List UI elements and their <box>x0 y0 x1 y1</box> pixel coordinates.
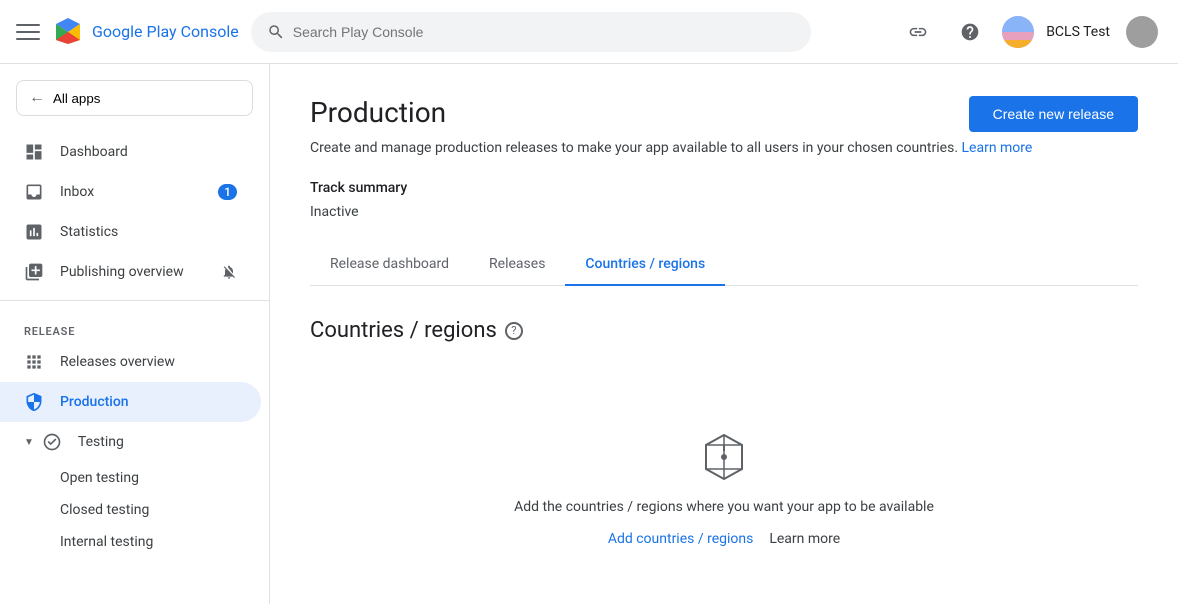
logo-icon <box>52 16 84 48</box>
sidebar-item-inbox[interactable]: Inbox 1 <box>0 172 261 212</box>
app-avatar <box>1002 16 1034 48</box>
username: BCLS Test <box>1046 24 1110 40</box>
sidebar-item-production[interactable]: Production <box>0 382 261 422</box>
empty-state-text: Add the countries / regions where you wa… <box>514 499 934 515</box>
sidebar-item-label: Testing <box>78 434 124 450</box>
releases-overview-icon <box>24 352 44 372</box>
sidebar-item-dashboard[interactable]: Dashboard <box>0 132 261 172</box>
publishing-icon <box>24 262 44 282</box>
help-icon-btn[interactable] <box>950 12 990 52</box>
sidebar-item-closed-testing[interactable]: Closed testing <box>0 494 269 526</box>
logo-text: Google Play Console <box>92 22 239 41</box>
search-icon <box>267 23 285 41</box>
sidebar-item-statistics[interactable]: Statistics <box>0 212 261 252</box>
layout: ← All apps Dashboard Inbox 1 Statistics <box>0 64 1178 604</box>
link-icon <box>908 22 928 42</box>
track-status: Inactive <box>310 204 1138 220</box>
learn-more-text[interactable]: Learn more <box>769 531 840 547</box>
search-bar <box>251 12 811 52</box>
topbar: Google Play Console BCLS Test <box>0 0 1178 64</box>
all-apps-button[interactable]: ← All apps <box>16 80 253 116</box>
sidebar-item-label: Releases overview <box>60 354 175 370</box>
back-arrow-icon: ← <box>29 89 45 107</box>
empty-state-icon <box>698 431 750 483</box>
sidebar-divider <box>0 300 269 301</box>
all-apps-label: All apps <box>53 91 100 106</box>
menu-icon[interactable] <box>16 20 40 44</box>
link-icon-btn[interactable] <box>898 12 938 52</box>
sidebar-item-label: Production <box>60 394 129 410</box>
sidebar-item-internal-testing[interactable]: Internal testing <box>0 526 269 558</box>
chevron-down-icon: ▼ <box>24 437 34 448</box>
track-summary-label: Track summary <box>310 180 1138 196</box>
create-new-release-button[interactable]: Create new release <box>969 96 1138 132</box>
testing-icon <box>42 432 62 452</box>
sidebar-item-releases-overview[interactable]: Releases overview <box>0 342 261 382</box>
tab-countries-regions[interactable]: Countries / regions <box>565 244 725 286</box>
sidebar-item-label: Inbox <box>60 184 94 200</box>
inbox-badge: 1 <box>218 184 237 200</box>
tab-release-dashboard[interactable]: Release dashboard <box>310 244 469 286</box>
learn-more-link[interactable]: Learn more <box>962 140 1033 156</box>
section-title: Countries / regions <box>310 318 497 343</box>
notification-off-icon <box>221 264 237 280</box>
tab-releases[interactable]: Releases <box>469 244 565 286</box>
sidebar: ← All apps Dashboard Inbox 1 Statistics <box>0 64 270 604</box>
empty-state: Add the countries / regions where you wa… <box>310 391 1138 587</box>
page-description: Create and manage production releases to… <box>310 140 1138 156</box>
sidebar-item-publishing-overview[interactable]: Publishing overview <box>0 252 261 292</box>
page-title: Production <box>310 96 446 129</box>
production-icon <box>24 392 44 412</box>
sidebar-item-label: Statistics <box>60 224 118 240</box>
topbar-right: BCLS Test <box>898 12 1162 52</box>
page-header: Production Create new release <box>310 96 1138 132</box>
sidebar-item-open-testing[interactable]: Open testing <box>0 462 269 494</box>
section-help-icon[interactable]: ? <box>505 322 523 340</box>
sidebar-item-label: Publishing overview <box>60 264 184 280</box>
empty-state-actions: Add countries / regions Learn more <box>608 531 840 547</box>
inbox-icon <box>24 182 44 202</box>
sidebar-item-testing[interactable]: ▼ Testing <box>0 422 261 462</box>
help-icon <box>960 22 980 42</box>
sidebar-item-label: Dashboard <box>60 144 128 160</box>
statistics-icon <box>24 222 44 242</box>
release-section-label: Release <box>0 309 269 342</box>
dashboard-icon <box>24 142 44 162</box>
search-input[interactable] <box>293 24 795 40</box>
logo[interactable]: Google Play Console <box>52 16 239 48</box>
main-content: Production Create new release Create and… <box>270 64 1178 604</box>
tabs: Release dashboard Releases Countries / r… <box>310 244 1138 286</box>
section-title-row: Countries / regions ? <box>310 318 1138 343</box>
user-avatar <box>1126 16 1158 48</box>
add-countries-regions-link[interactable]: Add countries / regions <box>608 531 754 547</box>
account-icon-btn[interactable] <box>1122 12 1162 52</box>
